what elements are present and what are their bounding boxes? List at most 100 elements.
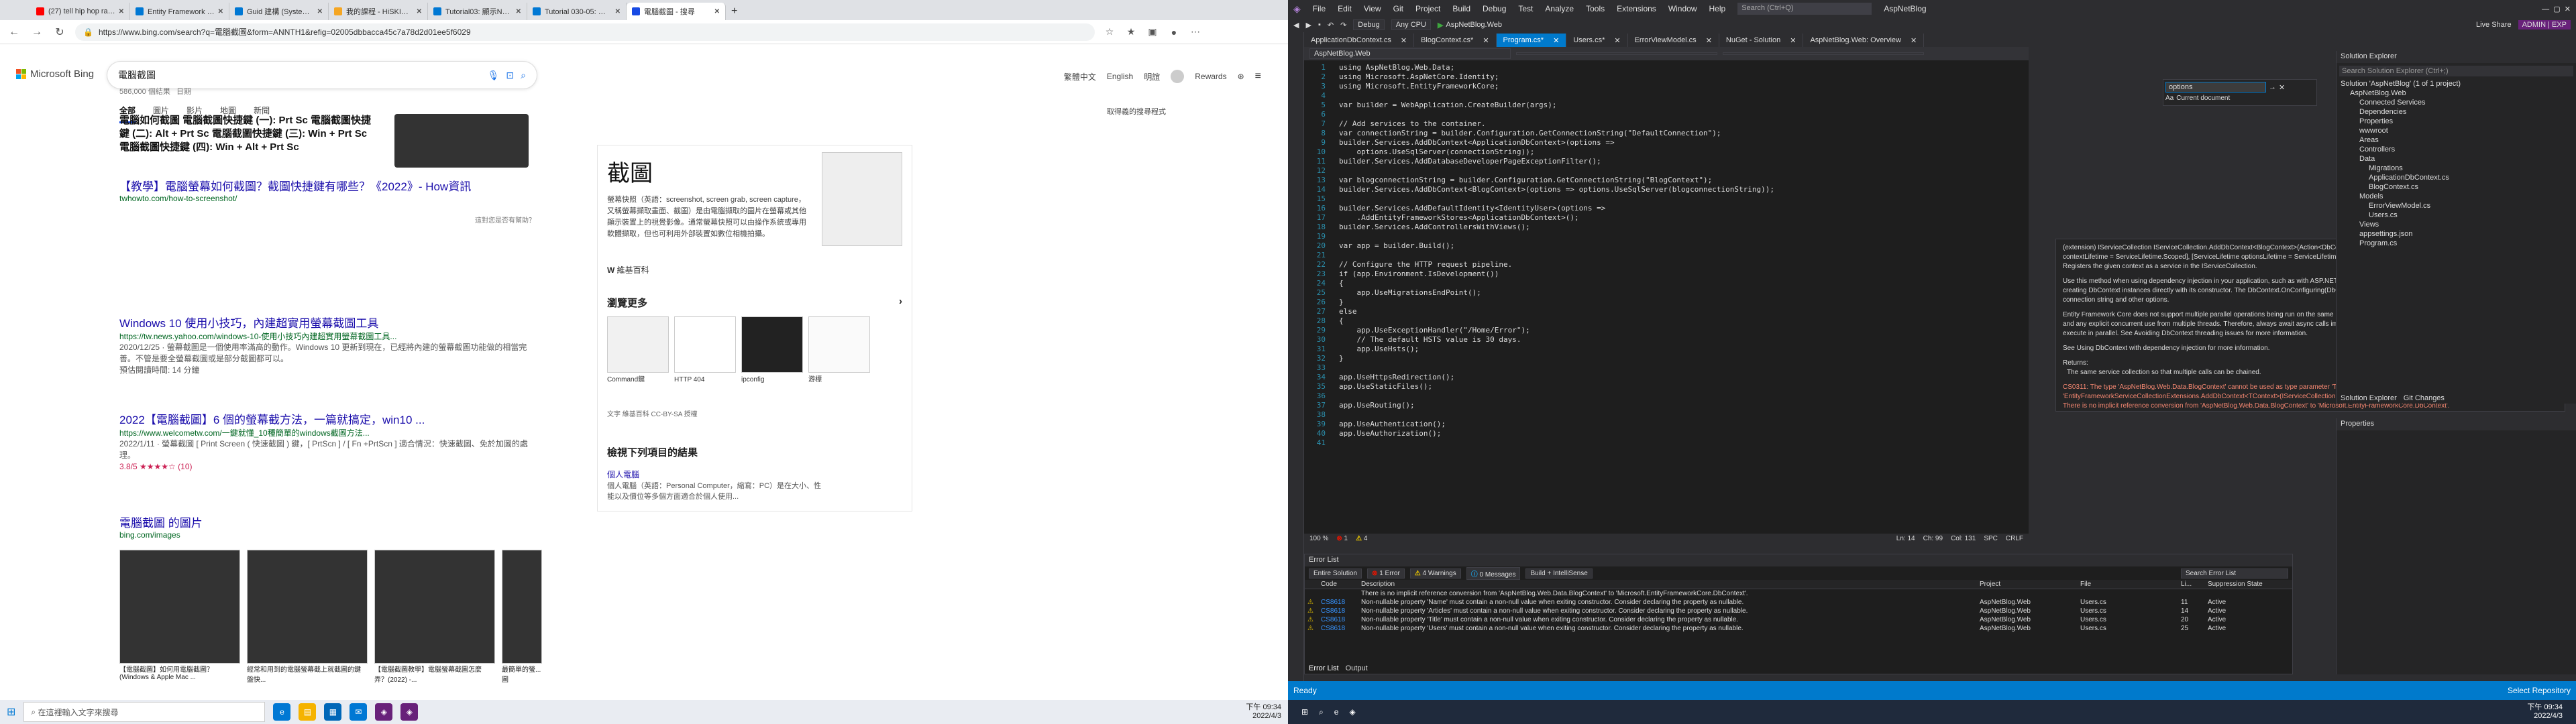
new-tab-button[interactable]: +	[726, 3, 746, 20]
chevron-right-icon[interactable]: ›	[899, 296, 902, 310]
undo-icon[interactable]: ↶	[1328, 21, 1334, 29]
tree-item[interactable]: Views	[2337, 220, 2576, 229]
browser-tab-active[interactable]: 電腦截圖 - 搜尋 ✕	[627, 3, 726, 20]
code-line[interactable]: 25 app.UseMigrationsEndPoint();	[1304, 288, 2029, 298]
lang-link[interactable]: 繁體中文	[1064, 71, 1096, 82]
visual-search-icon[interactable]: ⊡	[506, 70, 514, 81]
tab-solution-explorer[interactable]: Solution Explorer	[2341, 394, 2397, 402]
english-link[interactable]: English	[1107, 72, 1133, 81]
errors-filter[interactable]: ⊗ 1 Error	[1367, 568, 1405, 579]
code-line[interactable]: 38	[1304, 410, 2029, 420]
tree-item[interactable]: wwwroot	[2337, 126, 2576, 135]
visual-studio-icon[interactable]: ◈	[400, 703, 419, 721]
close-tab-icon[interactable]: ✕	[417, 8, 422, 15]
menu-analyze[interactable]: Analyze	[1545, 4, 1574, 13]
code-line[interactable]: 19	[1304, 232, 2029, 241]
tab-output[interactable]: Output	[1346, 664, 1368, 672]
code-line[interactable]: 5 var builder = WebApplication.CreateBuil…	[1304, 101, 2029, 110]
menu-view[interactable]: View	[1364, 4, 1381, 13]
tree-item[interactable]: ApplicationDbContext.cs	[2337, 173, 2576, 182]
code-line[interactable]: 39 app.UseAuthentication();	[1304, 420, 2029, 429]
code-line[interactable]: 11 builder.Services.AddDatabaseDeveloperP…	[1304, 157, 2029, 166]
forward-icon[interactable]: →	[30, 26, 44, 38]
editor-tab[interactable]: Users.cs* ✕	[1566, 34, 1628, 47]
code-line[interactable]: 4	[1304, 91, 2029, 101]
editor-tab[interactable]: ErrorViewModel.cs ✕	[1628, 34, 1719, 47]
menu-icon[interactable]: ≡	[1255, 70, 1261, 82]
find-scope-select[interactable]: Current document	[2176, 95, 2230, 102]
build-select[interactable]: Build + IntelliSense	[1525, 568, 1593, 579]
tree-item[interactable]: Models	[2337, 192, 2576, 201]
error-count[interactable]: ⊗ 1	[1336, 535, 1348, 542]
warnings-filter[interactable]: ⚠ 4 Warnings	[1409, 568, 1461, 579]
code-line[interactable]: 41	[1304, 438, 2029, 448]
mic-icon[interactable]: 🎙	[488, 70, 500, 81]
close-icon[interactable]: ✕	[1401, 36, 1407, 45]
run-button[interactable]: ▶ AspNetBlog.Web	[1438, 21, 1502, 29]
browser-tab[interactable]: Tutorial03: 顯示Namespace：Sc...✕	[428, 3, 527, 20]
tree-item[interactable]: AspNetBlog.Web	[2337, 88, 2576, 98]
kb-related-link[interactable]: 個人電腦	[607, 469, 902, 480]
tree-item[interactable]: Dependencies	[2337, 107, 2576, 117]
member-nav-select[interactable]	[1723, 52, 1924, 55]
browser-tab[interactable]: 我的課程 - HiSKIO 專業技能...✕	[329, 3, 428, 20]
visual-studio-icon[interactable]: ◈	[1349, 707, 1355, 717]
code-line[interactable]: 35 app.UseStaticFiles();	[1304, 382, 2029, 391]
close-tab-icon[interactable]: ✕	[119, 8, 124, 15]
user-name[interactable]: 明誼	[1144, 71, 1160, 82]
bing-logo[interactable]: Microsoft Bing	[16, 68, 94, 80]
scope-select[interactable]: Entire Solution	[1309, 568, 1362, 579]
tree-item[interactable]: Areas	[2337, 135, 2576, 145]
code-line[interactable]: 26}	[1304, 298, 2029, 307]
code-line[interactable]: 27 else	[1304, 307, 2029, 316]
zoom-select[interactable]: 100 %	[1309, 535, 1328, 542]
browser-tab[interactable]: (27) tell hip hop radio - live✕	[31, 3, 130, 20]
star-icon[interactable]: ☆	[1103, 26, 1116, 38]
config-select[interactable]: Debug	[1353, 19, 1385, 30]
profile-icon[interactable]: ●	[1167, 27, 1181, 38]
menu-tools[interactable]: Tools	[1586, 4, 1605, 13]
edge-icon[interactable]: e	[273, 703, 291, 721]
search-input[interactable]: 電腦截圖 🎙 ⊡ ⌕	[107, 62, 537, 88]
code-line[interactable]: 15	[1304, 194, 2029, 204]
windows-start-icon[interactable]: ⊞	[7, 705, 15, 719]
url-input[interactable]: 🔒 https://www.bing.com/search?q=電腦截圖&form…	[75, 23, 1095, 41]
table-row[interactable]: ⚠ CS8618 Non-nullable property 'Name' must…	[1305, 598, 2292, 607]
code-line[interactable]: 7 // Add services to the container.	[1304, 119, 2029, 129]
clock[interactable]: 下午 09:34 2022/4/3	[1246, 703, 1281, 721]
close-tab-icon[interactable]: ✕	[317, 8, 323, 15]
back-icon[interactable]: ◀	[1293, 21, 1299, 29]
taskbar-search-input[interactable]: ⌕ 在這裡輸入文字來搜尋	[23, 702, 266, 722]
menu-git[interactable]: Git	[1393, 4, 1403, 13]
menu-extensions[interactable]: Extensions	[1617, 4, 1656, 13]
code-line[interactable]: 36	[1304, 391, 2029, 401]
code-line[interactable]: 23 if (app.Environment.IsDevelopment())	[1304, 269, 2029, 279]
tree-item[interactable]: Program.cs	[2337, 239, 2576, 248]
date-filter[interactable]: 日期	[176, 88, 191, 96]
kb-image[interactable]	[822, 152, 902, 246]
code-line[interactable]: 24 {	[1304, 279, 2029, 288]
editor-tab[interactable]: ApplicationDbContext.cs ✕	[1304, 34, 1415, 47]
tree-item[interactable]: Solution 'AspNetBlog' (1 of 1 project)	[2337, 79, 2576, 88]
close-icon[interactable]: ✕	[1614, 36, 1620, 45]
close-icon[interactable]: ✕	[2279, 83, 2285, 92]
lang-toggle[interactable]: 取得義的搜尋程式	[1107, 106, 1166, 117]
code-line[interactable]: 30 // The default HSTS value is 30 days.	[1304, 335, 2029, 345]
code-line[interactable]: 34 app.UseHttpsRedirection();	[1304, 373, 2029, 382]
edge-icon[interactable]: e	[1334, 707, 1339, 717]
replace-toggle-icon[interactable]: Aa	[2165, 95, 2174, 102]
close-icon[interactable]: ✕	[1911, 36, 1917, 45]
source-control-button[interactable]: Select Repository	[2508, 686, 2571, 695]
visual-studio-icon[interactable]: ◈	[375, 703, 393, 721]
menu-debug[interactable]: Debug	[1483, 4, 1506, 13]
menu-window[interactable]: Window	[1668, 4, 1697, 13]
tree-item[interactable]: Properties	[2337, 117, 2576, 126]
kb-card[interactable]: ipconfig	[741, 316, 803, 384]
find-next-icon[interactable]: →	[2269, 83, 2276, 91]
search-icon[interactable]: ⌕	[1319, 707, 1324, 717]
code-line[interactable]: 10 options.UseSqlServer(connectionString…	[1304, 147, 2029, 157]
live-share-button[interactable]: Live Share	[2476, 21, 2512, 29]
messages-filter[interactable]: ⓘ 0 Messages	[1466, 566, 1521, 580]
kb-card[interactable]: HTTP 404	[674, 316, 736, 384]
code-line[interactable]: 21	[1304, 251, 2029, 260]
